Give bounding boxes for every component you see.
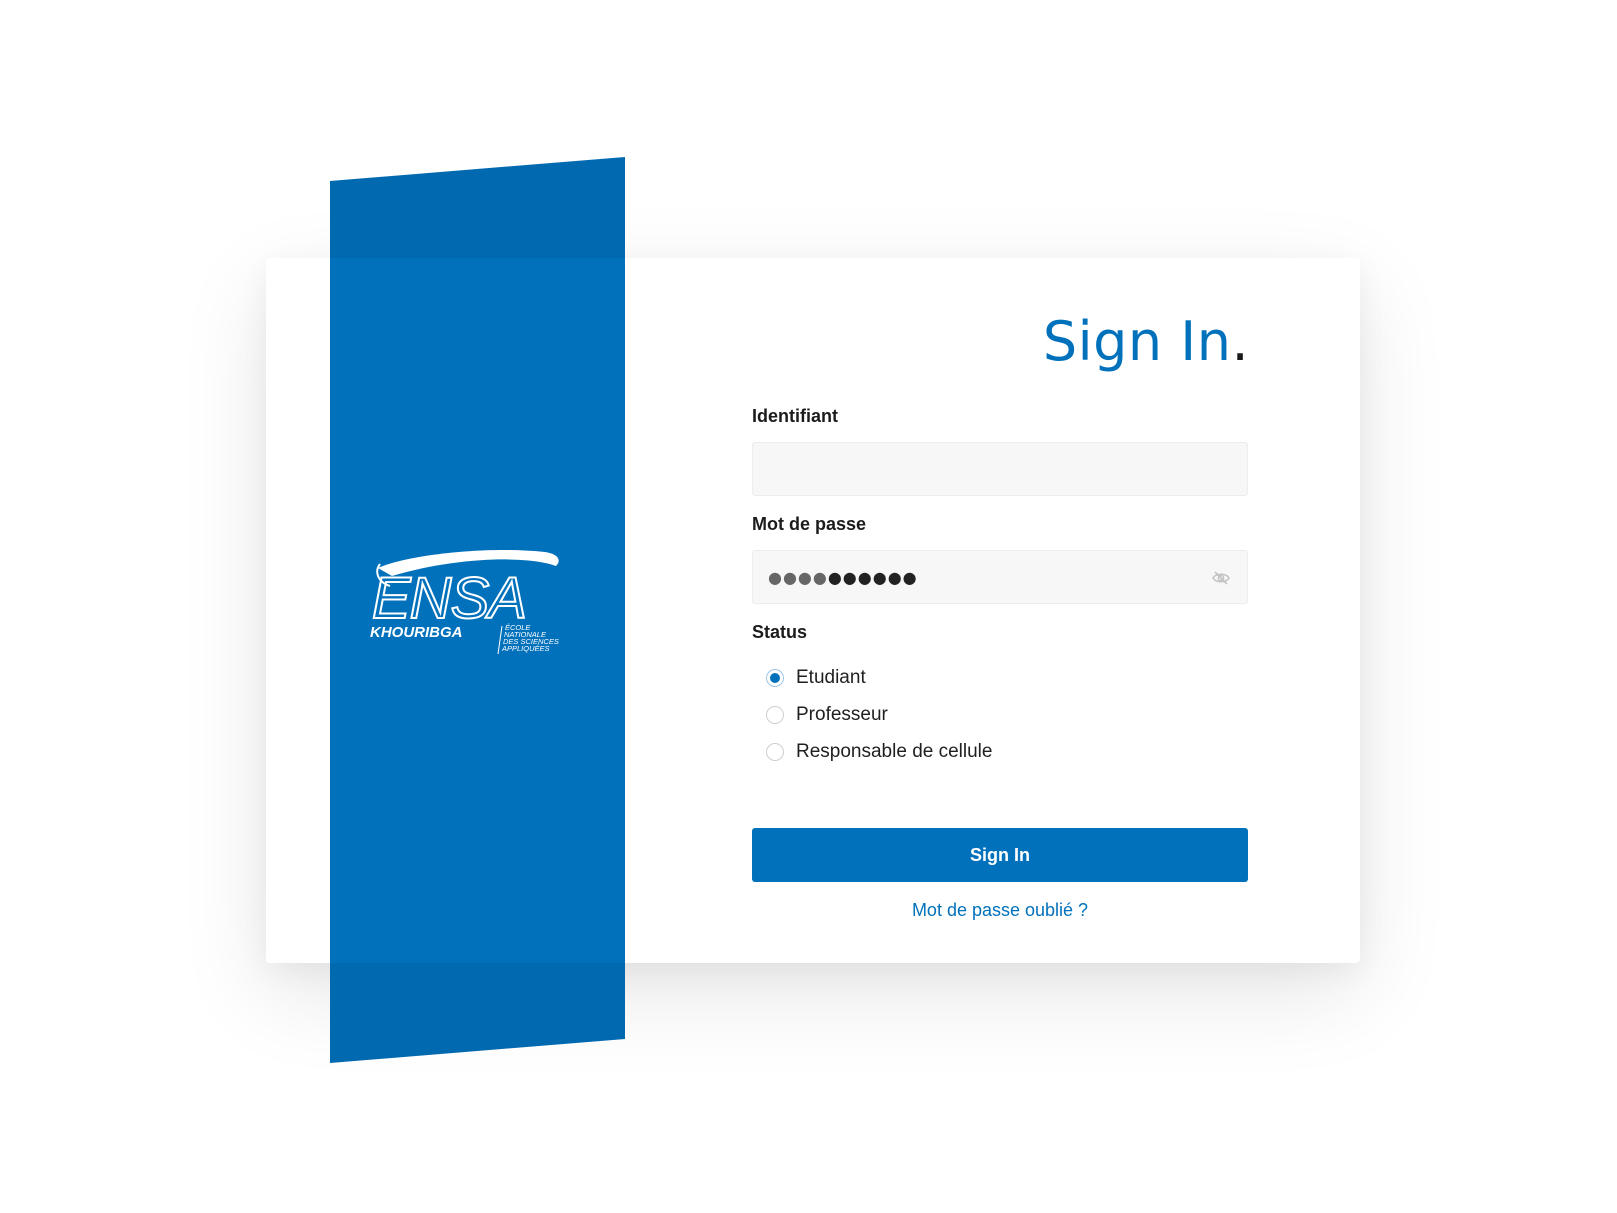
username-label: Identifiant	[752, 406, 838, 426]
title-dot: .	[1231, 310, 1250, 373]
username-input[interactable]	[753, 443, 1247, 495]
password-field[interactable]: ●●●●●●●●●●	[752, 550, 1248, 604]
ensa-logo: ENSA KHOURIBGA ÉCOLE NATIONALE DES SCIEN…	[370, 546, 585, 661]
banner-shade-top	[330, 157, 625, 258]
logo-name: ENSA	[372, 566, 526, 631]
signin-button[interactable]: Sign In	[752, 828, 1248, 882]
password-dots: ●●●●●●	[827, 568, 918, 587]
ensa-logo-svg: ENSA KHOURIBGA ÉCOLE NATIONALE DES SCIEN…	[370, 549, 559, 655]
status-label: Status	[752, 622, 808, 642]
page-title: Sign In.	[876, 310, 1416, 373]
radio-professeur[interactable]: Professeur	[766, 701, 888, 729]
password-label: Mot de passe	[752, 514, 867, 534]
radio-etudiant-circle[interactable]	[766, 669, 784, 687]
title-text: Sign In	[1042, 310, 1232, 373]
forgot-password-link[interactable]: Mot de passe oublié ?	[752, 900, 1248, 921]
banner-shade-bottom	[330, 963, 625, 1063]
radio-etudiant-label: Etudiant	[796, 667, 866, 688]
password-dots-typed: ●●●●	[768, 568, 828, 587]
radio-professeur-label: Professeur	[796, 704, 888, 725]
eye-off-icon[interactable]	[1211, 568, 1231, 588]
logo-city: KHOURIBGA	[370, 624, 463, 641]
radio-etudiant[interactable]: Etudiant	[766, 664, 866, 692]
brand-banner: ENSA KHOURIBGA ÉCOLE NATIONALE DES SCIEN…	[330, 157, 625, 1063]
radio-professeur-circle[interactable]	[766, 706, 784, 724]
password-masked-value: ●●●●●●●●●●	[768, 568, 918, 588]
radio-responsable[interactable]: Responsable de cellule	[766, 738, 992, 766]
logo-tagline-4: APPLIQUÉES	[501, 644, 550, 653]
radio-responsable-label: Responsable de cellule	[796, 741, 993, 762]
eye-off-icon-svg	[1212, 571, 1230, 585]
radio-responsable-circle[interactable]	[766, 743, 784, 761]
username-field-container	[752, 442, 1248, 496]
